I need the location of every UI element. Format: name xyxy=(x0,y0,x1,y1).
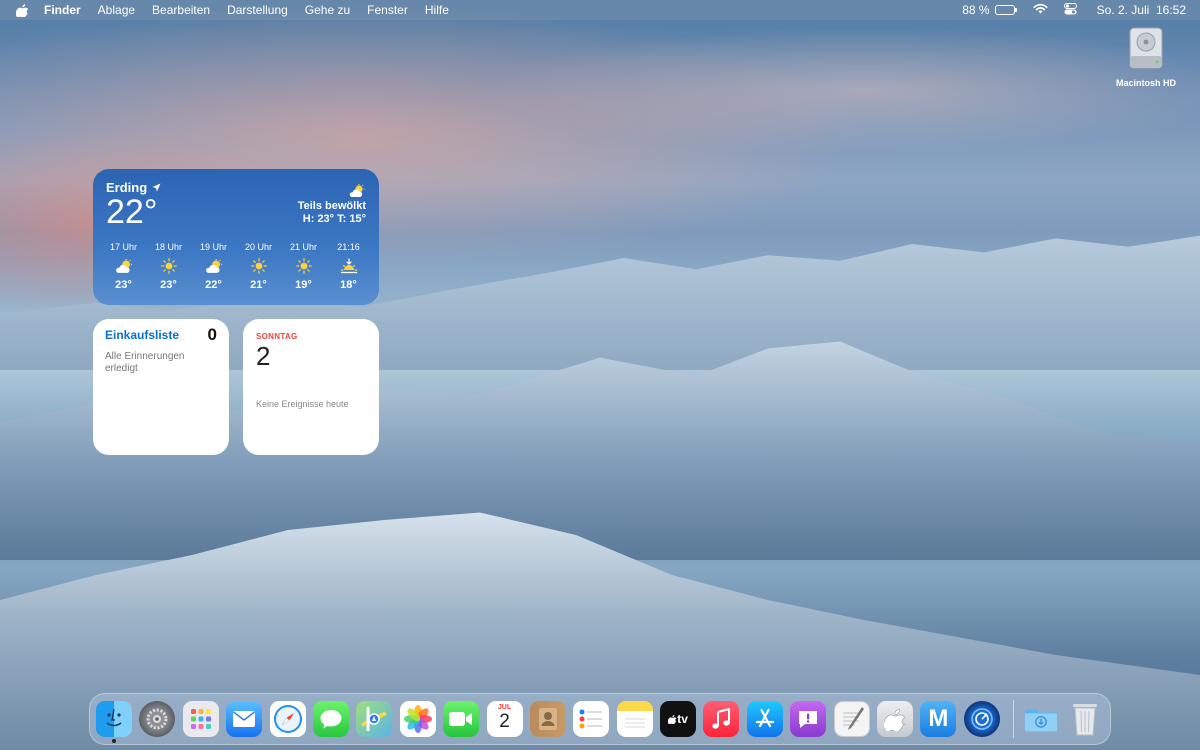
reminder-list-title: Einkaufsliste xyxy=(105,328,180,342)
high-low-text: H: 23° T: 15° xyxy=(302,213,366,225)
hour-time: 18 Uhr xyxy=(154,242,182,252)
notes-icon[interactable] xyxy=(616,701,653,737)
hour-time: 21 Uhr xyxy=(289,242,317,252)
hourly-item: 17 Uhr 23° xyxy=(101,242,146,291)
photos-icon[interactable] xyxy=(399,701,436,737)
sun-icon xyxy=(236,255,281,277)
hour-temp: 23° xyxy=(115,279,132,291)
downloads-folder-icon[interactable] xyxy=(1023,701,1059,737)
control-center-icon[interactable] xyxy=(1063,2,1077,18)
hard-drive-icon xyxy=(1129,27,1163,69)
hour-temp: 19° xyxy=(295,279,312,291)
menu-bar: Finder Ablage Bearbeiten Darstellung Geh… xyxy=(0,0,1200,20)
hourly-item: 21:16 18° xyxy=(326,242,371,291)
safari-icon[interactable] xyxy=(269,701,306,737)
dock-separator xyxy=(1013,700,1015,738)
messages-icon[interactable] xyxy=(312,701,349,737)
hour-temp: 18° xyxy=(340,279,357,291)
calendar-widget[interactable]: SONNTAG 2 Keine Ereignisse heute xyxy=(243,319,379,455)
hour-time: 21:16 xyxy=(337,242,360,252)
hour-time: 17 Uhr xyxy=(109,242,137,252)
hourly-item: 21 Uhr 19° xyxy=(281,242,326,291)
partly-cloudy-icon xyxy=(191,255,236,277)
hour-temp: 22° xyxy=(205,279,222,291)
condition-text: Teils bewölkt xyxy=(297,200,366,212)
apple-support-icon[interactable] xyxy=(877,701,914,737)
calendar-weekday: SONNTAG xyxy=(256,332,298,341)
reminders-widget[interactable]: Einkaufsliste 0 Alle Erinnerungen erledi… xyxy=(93,319,229,455)
menu-hilfe[interactable]: Hilfe xyxy=(425,3,449,17)
battery-icon xyxy=(994,5,1015,15)
mail-icon[interactable] xyxy=(226,701,263,737)
wifi-icon[interactable] xyxy=(1033,3,1048,17)
hourly-item: 18 Uhr 23° xyxy=(146,242,191,291)
reminder-count: 0 xyxy=(207,325,217,344)
m-app-icon[interactable]: M xyxy=(920,701,957,737)
hour-temp: 23° xyxy=(160,279,177,291)
partly-cloudy-icon xyxy=(298,184,366,198)
dock: JUL 2 tv M xyxy=(89,693,1111,745)
system-settings-icon[interactable] xyxy=(139,701,176,737)
partly-cloudy-icon xyxy=(101,255,146,277)
hourly-item: 19 Uhr 22° xyxy=(191,242,236,291)
maps-icon[interactable] xyxy=(356,701,393,737)
hour-temp: 21° xyxy=(250,279,267,291)
app-store-icon[interactable] xyxy=(746,701,783,737)
feedback-icon[interactable] xyxy=(790,701,827,737)
macintosh-hd[interactable]: Macintosh HD xyxy=(1106,26,1186,88)
hour-time: 19 Uhr xyxy=(199,242,227,252)
weather-widget[interactable]: Erding 22° Teils bewölkt H: 23° T: 15° 1… xyxy=(93,169,379,305)
contacts-icon[interactable] xyxy=(529,701,566,737)
sunset-icon xyxy=(326,255,371,277)
running-indicator xyxy=(112,739,116,743)
m-app-label: M xyxy=(928,705,949,732)
calendar-icon-day: 2 xyxy=(499,711,510,732)
calendar-date: 2 xyxy=(256,341,271,371)
menu-gehe-zu[interactable]: Gehe zu xyxy=(305,3,350,17)
clock[interactable]: So. 2. Juli 16:52 xyxy=(1097,3,1186,17)
battery-status[interactable]: 88 % xyxy=(962,3,1017,17)
music-icon[interactable] xyxy=(703,701,740,737)
sun-icon xyxy=(146,255,191,277)
hourly-item: 20 Uhr 21° xyxy=(236,242,281,291)
battery-percent: 88 % xyxy=(962,3,990,17)
launchpad-icon[interactable] xyxy=(182,701,219,737)
apple-tv-icon[interactable]: tv xyxy=(660,701,697,737)
apple-menu-icon[interactable] xyxy=(16,3,30,17)
sun-icon xyxy=(281,255,326,277)
apple-tv-label: tv xyxy=(677,712,688,726)
hourly-forecast: 17 Uhr 23° 18 Uhr 23° 19 Uhr 22° 20 Uhr xyxy=(101,242,371,291)
calendar-events: Keine Ereignisse heute xyxy=(256,399,349,409)
weather-condition: Teils bewölkt H: 23° T: 15° xyxy=(298,184,366,226)
network-radar-icon[interactable] xyxy=(963,701,1000,737)
menu-bearbeiten[interactable]: Bearbeiten xyxy=(152,3,210,17)
facetime-icon[interactable] xyxy=(443,701,480,737)
reminder-status: Alle Erinnerungen erledigt xyxy=(105,351,185,374)
drive-label: Macintosh HD xyxy=(1115,78,1176,88)
calendar-icon[interactable]: JUL 2 xyxy=(486,701,523,737)
finder-icon[interactable] xyxy=(96,701,132,743)
textedit-icon[interactable] xyxy=(833,701,870,737)
menu-ablage[interactable]: Ablage xyxy=(98,3,135,17)
location-arrow-icon xyxy=(152,183,161,192)
menu-darstellung[interactable]: Darstellung xyxy=(227,3,288,17)
hour-time: 20 Uhr xyxy=(244,242,272,252)
menu-finder[interactable]: Finder xyxy=(44,3,81,17)
trash-icon[interactable] xyxy=(1067,701,1103,737)
menu-fenster[interactable]: Fenster xyxy=(367,3,408,17)
reminders-icon[interactable] xyxy=(573,701,610,737)
